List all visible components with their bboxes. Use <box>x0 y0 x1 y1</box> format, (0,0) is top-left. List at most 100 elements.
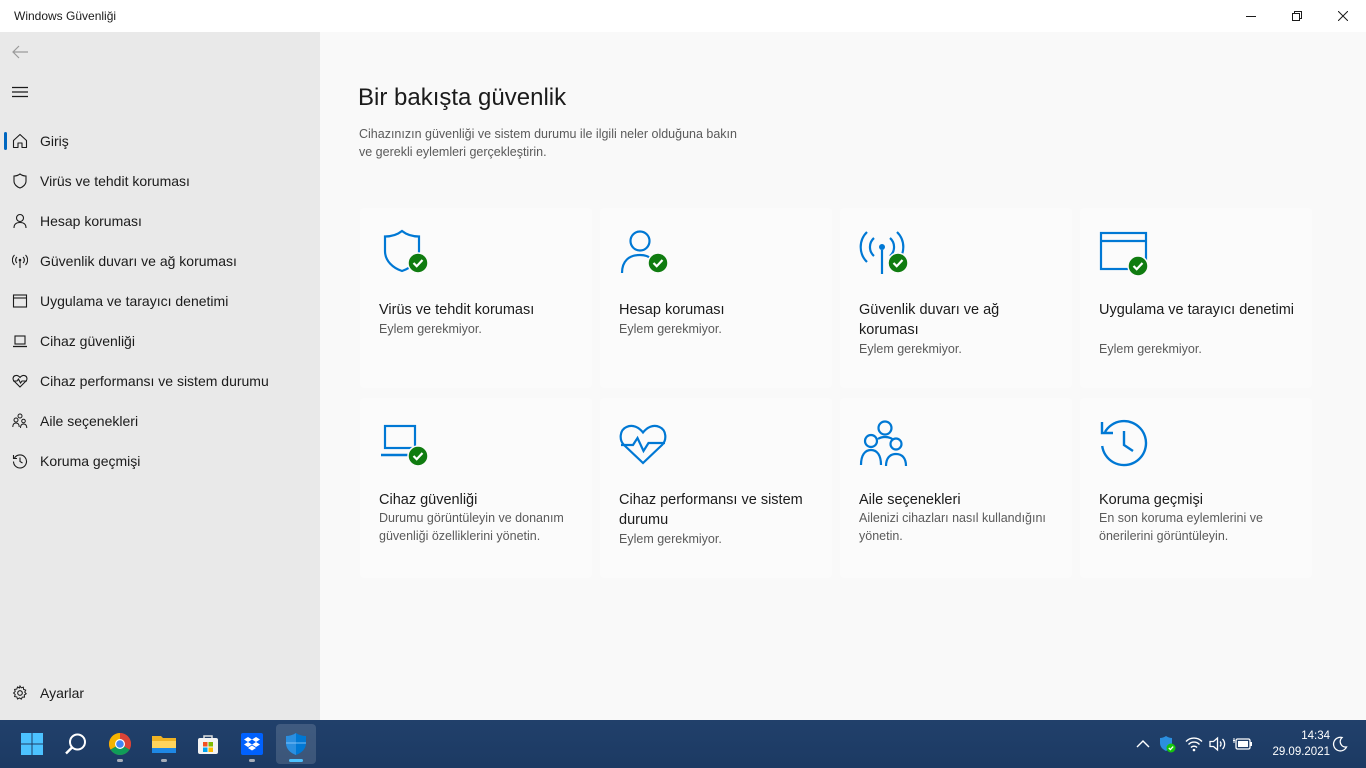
sidebar-item-label: Cihaz performansı ve sistem durumu <box>40 373 269 389</box>
sidebar-item-label: Virüs ve tehdit koruması <box>40 173 190 189</box>
taskbar-store[interactable] <box>188 724 228 764</box>
sidebar-item-home[interactable]: Giriş <box>0 121 320 161</box>
card-firewall[interactable]: Güvenlik duvarı ve ağ koruması Eylem ger… <box>840 208 1072 388</box>
start-button[interactable] <box>12 724 52 764</box>
running-indicator <box>249 759 255 762</box>
search-icon <box>65 733 86 755</box>
sidebar-nav: Giriş Virüs ve tehdit koruması Hesap kor… <box>0 121 320 481</box>
card-description: En son koruma eylemlerini ve önerilerini… <box>1099 511 1263 543</box>
card-description: Eylem gerekmiyor. <box>379 322 482 336</box>
sidebar-item-settings[interactable]: Ayarlar <box>0 673 320 713</box>
family-icon <box>12 413 28 429</box>
sidebar-item-device-performance[interactable]: Cihaz performansı ve sistem durumu <box>0 361 320 401</box>
taskbar-file-explorer[interactable] <box>144 724 184 764</box>
card-description: Eylem gerekmiyor. <box>619 322 722 336</box>
card-protection-history[interactable]: Koruma geçmişi En son koruma eylemlerini… <box>1080 398 1312 578</box>
title-bar: Windows Güvenliği <box>0 0 1366 32</box>
close-button[interactable] <box>1320 0 1366 32</box>
family-icon <box>859 420 908 467</box>
file-explorer-icon <box>152 736 176 753</box>
card-title: Koruma geçmişi <box>1099 492 1203 508</box>
sidebar-item-label: Cihaz güvenliği <box>40 333 135 349</box>
store-icon <box>198 735 218 754</box>
card-description: Eylem gerekmiyor. <box>1099 342 1202 356</box>
card-app-browser-control[interactable]: Uygulama ve tarayıcı denetimi Eylem gere… <box>1080 208 1312 388</box>
back-arrow-icon <box>12 45 28 59</box>
back-button[interactable] <box>8 40 32 64</box>
sidebar-item-device-security[interactable]: Cihaz güvenliği <box>0 321 320 361</box>
sidebar-item-family-options[interactable]: Aile seçenekleri <box>0 401 320 441</box>
card-title: Cihaz güvenliği <box>379 492 478 508</box>
card-title: Uygulama ve tarayıcı denetimi <box>1099 302 1295 318</box>
card-title: Virüs ve tehdit koruması <box>379 302 535 318</box>
gear-icon <box>12 685 28 701</box>
card-description: Durumu görüntüleyin ve donanım güvenliği… <box>379 511 564 543</box>
start-icon <box>21 733 43 755</box>
sidebar-item-label: Koruma geçmişi <box>40 453 141 469</box>
taskbar-windows-security[interactable] <box>276 724 316 764</box>
sidebar-item-account-protection[interactable]: Hesap koruması <box>0 201 320 241</box>
laptop-icon <box>12 333 28 349</box>
close-icon <box>1338 11 1348 21</box>
card-title: Hesap koruması <box>619 302 725 318</box>
person-check-icon <box>620 230 669 274</box>
chrome-icon <box>109 733 131 755</box>
restore-icon <box>1292 11 1302 21</box>
volume-icon <box>1209 736 1226 752</box>
sidebar-item-app-browser-control[interactable]: Uygulama ve tarayıcı denetimi <box>0 281 320 321</box>
sidebar-item-firewall[interactable]: Güvenlik duvarı ve ağ koruması <box>0 241 320 281</box>
app-window-check-icon <box>1099 231 1149 277</box>
dropbox-icon <box>241 733 263 755</box>
tray-wifi[interactable] <box>1184 734 1204 754</box>
person-icon <box>12 213 28 229</box>
card-virus-protection[interactable]: Virüs ve tehdit koruması Eylem gerekmiyo… <box>360 208 592 388</box>
wifi-icon <box>1185 737 1203 752</box>
taskbar-chrome[interactable] <box>100 724 140 764</box>
window-title: Windows Güvenliği <box>14 9 117 23</box>
hamburger-menu-button[interactable] <box>8 80 32 104</box>
taskbar-search-button[interactable] <box>56 724 96 764</box>
sidebar-item-protection-history[interactable]: Koruma geçmişi <box>0 441 320 481</box>
heart-pulse-icon <box>619 424 667 465</box>
security-shield-tray-icon <box>1160 736 1176 753</box>
card-title: Aile seçenekleri <box>859 492 961 508</box>
show-hidden-icons-button[interactable] <box>1133 734 1153 754</box>
taskbar: 14:34 29.09.2021 <box>0 720 1366 768</box>
battery-charging-icon <box>1233 738 1252 750</box>
running-indicator <box>161 759 167 762</box>
tray-volume[interactable] <box>1208 734 1228 754</box>
antenna-icon <box>12 253 28 269</box>
sidebar-item-virus-protection[interactable]: Virüs ve tehdit koruması <box>0 161 320 201</box>
settings-label: Ayarlar <box>40 685 85 701</box>
laptop-check-icon <box>381 424 429 467</box>
shield-icon <box>12 173 28 189</box>
card-device-performance[interactable]: Cihaz performansı ve sistem durumu Eylem… <box>600 398 832 578</box>
minimize-icon <box>1246 16 1256 17</box>
running-indicator <box>289 759 303 762</box>
antenna-check-icon <box>859 231 909 274</box>
card-description: Ailenizi cihazları nasıl kullandığını yö… <box>859 511 1046 543</box>
card-title: Güvenlik duvarı ve ağ koruması <box>859 302 1000 338</box>
history-icon <box>1100 419 1148 467</box>
card-family-options[interactable]: Aile seçenekleri Ailenizi cihazları nası… <box>840 398 1072 578</box>
card-device-security[interactable]: Cihaz güvenliği Durumu görüntüleyin ve d… <box>360 398 592 578</box>
page-title: Bir bakışta güvenlik <box>358 84 567 111</box>
sidebar-item-label: Hesap koruması <box>40 213 142 229</box>
clock[interactable]: 14:34 29.09.2021 <box>1258 728 1330 760</box>
page-description: Cihazınızın güvenliği ve sistem durumu i… <box>359 127 737 159</box>
tray-battery[interactable] <box>1233 734 1253 754</box>
sidebar-item-label: Aile seçenekleri <box>40 413 139 429</box>
card-account-protection[interactable]: Hesap koruması Eylem gerekmiyor. <box>600 208 832 388</box>
taskbar-dropbox[interactable] <box>232 724 272 764</box>
notifications-button[interactable] <box>1330 734 1350 754</box>
chevron-up-icon <box>1136 740 1150 748</box>
running-indicator <box>117 759 123 762</box>
restore-button[interactable] <box>1274 0 1320 32</box>
minimize-button[interactable] <box>1228 0 1274 32</box>
card-title: Cihaz performansı ve sistem durumu <box>619 492 803 528</box>
sidebar: Giriş Virüs ve tehdit koruması Hesap kor… <box>0 32 320 720</box>
home-icon <box>12 133 28 149</box>
tray-windows-security[interactable] <box>1157 734 1177 754</box>
main-content: Bir bakışta güvenlik Cihazınızın güvenli… <box>320 32 1366 720</box>
card-description: Eylem gerekmiyor. <box>859 342 962 356</box>
